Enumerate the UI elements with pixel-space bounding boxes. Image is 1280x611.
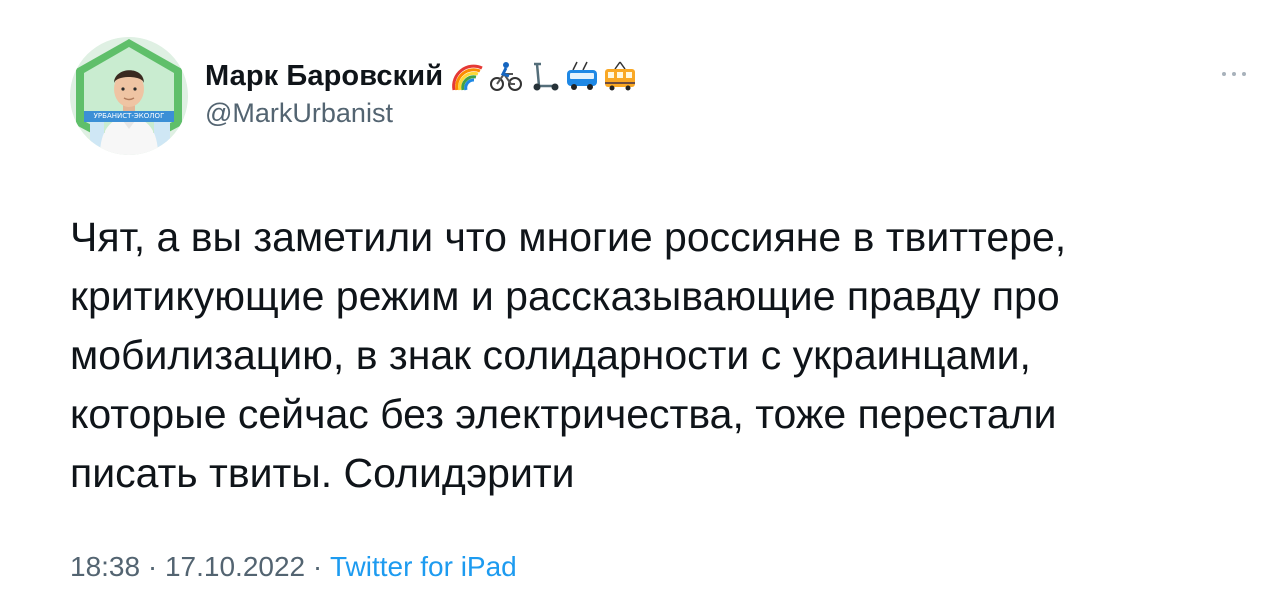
author-handle[interactable]: @MarkUrbanist [205, 98, 393, 129]
cyclist-icon [490, 62, 523, 91]
tweet-time[interactable]: 18:38 [70, 551, 140, 583]
meta-separator: · [140, 551, 165, 582]
more-horizontal-icon [1222, 72, 1226, 76]
tweet: УРБАНИСТ-ЭКОЛОГ Марк Баровский @MarkUrba… [0, 0, 1280, 611]
avatar-image [70, 37, 188, 155]
more-options-button[interactable] [1222, 66, 1246, 82]
avatar-badge: УРБАНИСТ-ЭКОЛОГ [84, 111, 174, 122]
trolleybus-icon [567, 61, 598, 90]
scooter-icon [533, 62, 559, 91]
tweet-date[interactable]: 17.10.2022 [165, 551, 305, 583]
tweet-source-link[interactable]: Twitter for iPad [330, 551, 517, 583]
tweet-meta: 18:38 · 17.10.2022 · Twitter for iPad [70, 551, 517, 583]
author-name-row: Марк Баровский [205, 56, 637, 96]
rainbow-icon [452, 64, 483, 91]
meta-separator-2: · [305, 551, 330, 582]
tram-icon [605, 61, 636, 91]
name-emojis [451, 60, 637, 92]
tweet-text: Чят, а вы заметили что многие россияне в… [70, 214, 1067, 496]
author-display-name[interactable]: Марк Баровский [205, 60, 443, 93]
avatar[interactable]: УРБАНИСТ-ЭКОЛОГ [70, 37, 188, 155]
